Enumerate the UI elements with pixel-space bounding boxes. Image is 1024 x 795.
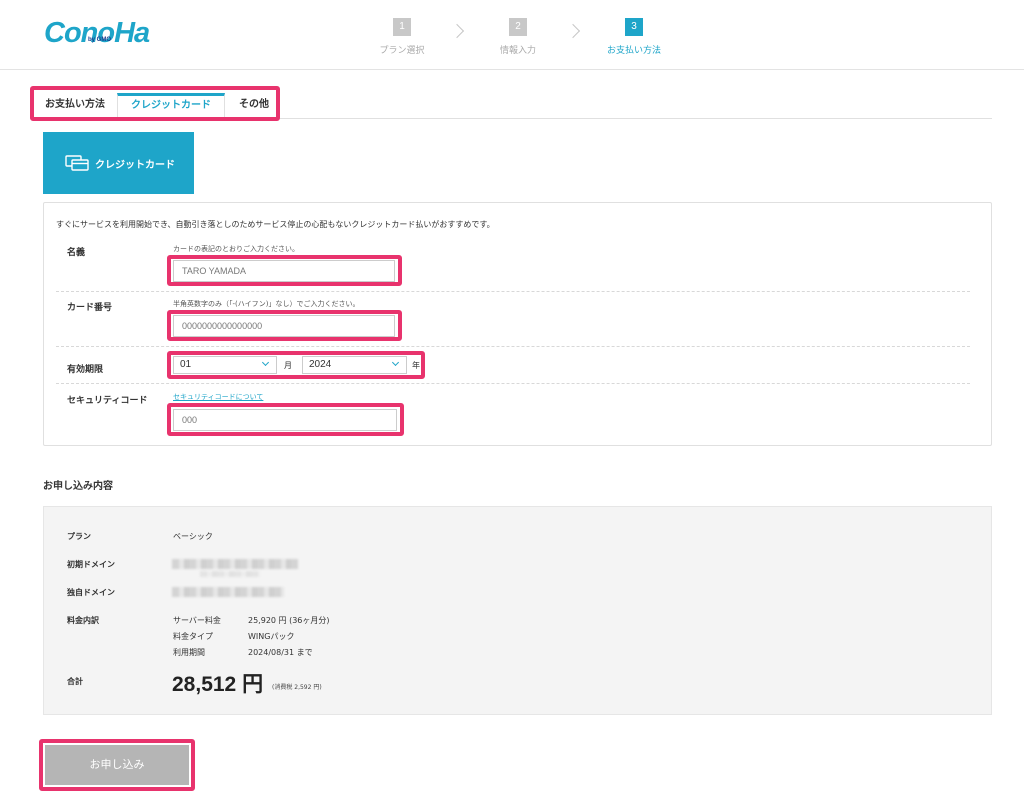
security-code-label: セキュリティコード — [67, 396, 148, 406]
fee-period-key: 利用期間 — [173, 648, 205, 657]
name-note: カードの表記のとおりご入力ください。 — [173, 245, 299, 253]
step-label: プラン選択 — [379, 46, 425, 56]
fee-period-value: 2024/08/31 まで — [248, 648, 313, 657]
plan-value: ベーシック — [173, 532, 213, 541]
own-domain-label: 独自ドメイン — [67, 588, 115, 597]
fee-server-key: サーバー料金 — [173, 616, 221, 625]
highlight-frame — [30, 86, 280, 121]
credit-card-button[interactable]: クレジットカード — [43, 132, 194, 194]
credit-card-button-label: クレジットカード — [95, 160, 175, 171]
card-intro-text: すぐにサービスを利用開始でき、自動引き落としのためサービス停止の心配もないクレジ… — [56, 220, 495, 229]
fee-server-value: 25,920 円 (36ヶ月分) — [248, 616, 330, 625]
expiry-label: 有効期限 — [67, 365, 104, 375]
step-payment-method: 3 お支払い方法 — [589, 14, 679, 56]
logo-sub-text: by GMO — [88, 37, 112, 43]
chevron-right-icon — [449, 23, 465, 39]
security-code-help-link[interactable]: セキュリティコードについて — [173, 392, 263, 402]
highlight-frame — [167, 403, 404, 436]
initial-domain-label: 初期ドメイン — [67, 560, 115, 569]
logo-text: ConoHa — [44, 17, 150, 49]
chevron-right-icon — [565, 23, 581, 39]
step-number: 3 — [625, 18, 643, 36]
highlight-frame — [167, 255, 402, 286]
step-info-input: 2 情報入力 — [473, 14, 563, 56]
highlight-frame — [167, 351, 425, 379]
highlight-frame — [39, 739, 195, 791]
row-divider — [56, 346, 970, 347]
page-header: ConoHa by GMO 1 プラン選択 2 情報入力 3 お支払い方法 — [0, 0, 1024, 70]
step-label: お支払い方法 — [606, 46, 661, 56]
blurred-initial-domain-sub — [200, 571, 260, 577]
step-number: 2 — [509, 18, 527, 36]
fee-type-value: WINGパック — [248, 632, 295, 641]
fee-type-key: 料金タイプ — [173, 632, 213, 641]
name-label: 名義 — [67, 248, 86, 258]
plan-label: プラン — [67, 532, 91, 541]
step-label: 情報入力 — [499, 46, 536, 56]
fee-breakdown-label: 料金内訳 — [67, 616, 99, 625]
conoha-logo[interactable]: ConoHa by GMO — [44, 16, 150, 50]
step-plan-select: 1 プラン選択 — [357, 14, 447, 56]
highlight-frame — [167, 310, 402, 341]
total-amount: 28,512 円 — [172, 673, 264, 696]
order-summary-title: お申し込み内容 — [43, 481, 113, 492]
card-number-label: カード番号 — [67, 303, 113, 313]
card-number-note: 半角英数字のみ（「-(ハイフン)」なし）でご入力ください。 — [173, 300, 360, 308]
credit-card-icon — [65, 155, 89, 171]
row-divider — [56, 291, 970, 292]
blurred-initial-domain — [172, 559, 298, 569]
total-label: 合計 — [67, 677, 83, 686]
total-tax: (消費税 2,592 円) — [272, 684, 322, 691]
row-divider — [56, 383, 970, 384]
step-number: 1 — [393, 18, 411, 36]
blurred-own-domain — [172, 587, 284, 597]
